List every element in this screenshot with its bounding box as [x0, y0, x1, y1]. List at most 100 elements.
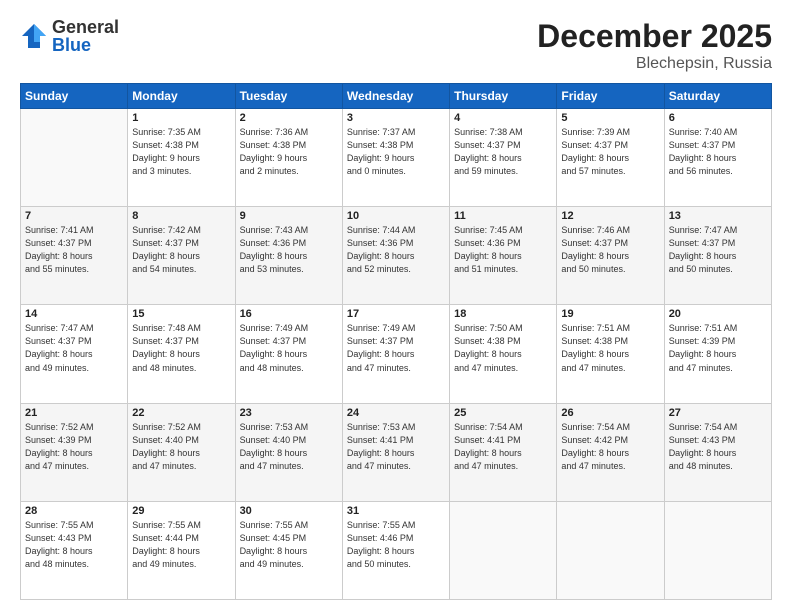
calendar-cell — [21, 109, 128, 207]
day-number: 15 — [132, 308, 230, 320]
day-info: Sunrise: 7:49 AM Sunset: 4:37 PM Dayligh… — [240, 322, 338, 374]
day-number: 24 — [347, 407, 445, 419]
day-info: Sunrise: 7:54 AM Sunset: 4:42 PM Dayligh… — [561, 421, 659, 473]
day-number: 29 — [132, 505, 230, 517]
title-month: December 2025 — [537, 18, 772, 55]
day-info: Sunrise: 7:47 AM Sunset: 4:37 PM Dayligh… — [25, 322, 123, 374]
day-number: 8 — [132, 210, 230, 222]
day-info: Sunrise: 7:39 AM Sunset: 4:37 PM Dayligh… — [561, 126, 659, 178]
day-info: Sunrise: 7:46 AM Sunset: 4:37 PM Dayligh… — [561, 224, 659, 276]
day-number: 20 — [669, 308, 767, 320]
day-info: Sunrise: 7:41 AM Sunset: 4:37 PM Dayligh… — [25, 224, 123, 276]
day-number: 18 — [454, 308, 552, 320]
day-info: Sunrise: 7:51 AM Sunset: 4:38 PM Dayligh… — [561, 322, 659, 374]
day-info: Sunrise: 7:53 AM Sunset: 4:41 PM Dayligh… — [347, 421, 445, 473]
day-number: 7 — [25, 210, 123, 222]
header: General Blue December 2025 Blechepsin, R… — [20, 18, 772, 73]
logo-blue: Blue — [52, 36, 119, 54]
day-number: 25 — [454, 407, 552, 419]
calendar-cell: 19 Sunrise: 7:51 AM Sunset: 4:38 PM Dayli… — [557, 305, 664, 403]
logo: General Blue — [20, 18, 119, 54]
calendar-cell: 1Sunrise: 7:35 AM Sunset: 4:38 PM Daylig… — [128, 109, 235, 207]
day-number: 1 — [132, 112, 230, 124]
day-info: Sunrise: 7:55 AM Sunset: 4:43 PM Dayligh… — [25, 519, 123, 571]
day-info: Sunrise: 7:52 AM Sunset: 4:40 PM Dayligh… — [132, 421, 230, 473]
day-number: 31 — [347, 505, 445, 517]
day-info: Sunrise: 7:36 AM Sunset: 4:38 PM Dayligh… — [240, 126, 338, 178]
column-header-tuesday: Tuesday — [235, 84, 342, 109]
calendar-cell: 12 Sunrise: 7:46 AM Sunset: 4:37 PM Dayli… — [557, 207, 664, 305]
day-number: 11 — [454, 210, 552, 222]
calendar-cell — [557, 501, 664, 599]
day-info: Sunrise: 7:55 AM Sunset: 4:44 PM Dayligh… — [132, 519, 230, 571]
calendar-header-row: SundayMondayTuesdayWednesdayThursdayFrid… — [21, 84, 772, 109]
calendar-cell: 16 Sunrise: 7:49 AM Sunset: 4:37 PM Dayli… — [235, 305, 342, 403]
column-header-saturday: Saturday — [664, 84, 771, 109]
day-info: Sunrise: 7:48 AM Sunset: 4:37 PM Dayligh… — [132, 322, 230, 374]
day-number: 23 — [240, 407, 338, 419]
logo-text: General Blue — [52, 18, 119, 54]
day-number: 30 — [240, 505, 338, 517]
day-info: Sunrise: 7:54 AM Sunset: 4:41 PM Dayligh… — [454, 421, 552, 473]
day-number: 21 — [25, 407, 123, 419]
day-info: Sunrise: 7:54 AM Sunset: 4:43 PM Dayligh… — [669, 421, 767, 473]
logo-general: General — [52, 18, 119, 36]
calendar-cell: 31 Sunrise: 7:55 AM Sunset: 4:46 PM Dayli… — [342, 501, 449, 599]
title-location: Blechepsin, Russia — [537, 55, 772, 73]
day-info: Sunrise: 7:50 AM Sunset: 4:38 PM Dayligh… — [454, 322, 552, 374]
day-number: 5 — [561, 112, 659, 124]
column-header-monday: Monday — [128, 84, 235, 109]
day-info: Sunrise: 7:47 AM Sunset: 4:37 PM Dayligh… — [669, 224, 767, 276]
calendar-cell: 27 Sunrise: 7:54 AM Sunset: 4:43 PM Dayli… — [664, 403, 771, 501]
day-info: Sunrise: 7:53 AM Sunset: 4:40 PM Dayligh… — [240, 421, 338, 473]
calendar-cell: 14 Sunrise: 7:47 AM Sunset: 4:37 PM Dayli… — [21, 305, 128, 403]
logo-icon — [20, 22, 48, 50]
calendar-cell: 13 Sunrise: 7:47 AM Sunset: 4:37 PM Dayli… — [664, 207, 771, 305]
calendar-cell: 22 Sunrise: 7:52 AM Sunset: 4:40 PM Dayli… — [128, 403, 235, 501]
calendar-cell: 4Sunrise: 7:38 AM Sunset: 4:37 PM Daylig… — [450, 109, 557, 207]
calendar-cell — [450, 501, 557, 599]
calendar-cell: 17Sunrise: 7:49 AM Sunset: 4:37 PM Dayli… — [342, 305, 449, 403]
day-number: 13 — [669, 210, 767, 222]
day-number: 14 — [25, 308, 123, 320]
calendar-cell: 7 Sunrise: 7:41 AM Sunset: 4:37 PM Daylig… — [21, 207, 128, 305]
day-number: 19 — [561, 308, 659, 320]
calendar-cell: 26Sunrise: 7:54 AM Sunset: 4:42 PM Dayli… — [557, 403, 664, 501]
page: General Blue December 2025 Blechepsin, R… — [0, 0, 792, 612]
day-info: Sunrise: 7:55 AM Sunset: 4:46 PM Dayligh… — [347, 519, 445, 571]
day-number: 22 — [132, 407, 230, 419]
calendar-week-4: 21 Sunrise: 7:52 AM Sunset: 4:39 PM Dayli… — [21, 403, 772, 501]
calendar-cell: 28 Sunrise: 7:55 AM Sunset: 4:43 PM Dayli… — [21, 501, 128, 599]
column-header-sunday: Sunday — [21, 84, 128, 109]
calendar-cell: 5 Sunrise: 7:39 AM Sunset: 4:37 PM Daylig… — [557, 109, 664, 207]
calendar-cell: 24 Sunrise: 7:53 AM Sunset: 4:41 PM Dayli… — [342, 403, 449, 501]
column-header-friday: Friday — [557, 84, 664, 109]
day-number: 4 — [454, 112, 552, 124]
calendar-cell: 23 Sunrise: 7:53 AM Sunset: 4:40 PM Dayli… — [235, 403, 342, 501]
day-number: 3 — [347, 112, 445, 124]
calendar-cell: 25 Sunrise: 7:54 AM Sunset: 4:41 PM Dayli… — [450, 403, 557, 501]
calendar-cell: 29 Sunrise: 7:55 AM Sunset: 4:44 PM Dayli… — [128, 501, 235, 599]
day-info: Sunrise: 7:45 AM Sunset: 4:36 PM Dayligh… — [454, 224, 552, 276]
calendar-week-5: 28 Sunrise: 7:55 AM Sunset: 4:43 PM Dayli… — [21, 501, 772, 599]
day-info: Sunrise: 7:37 AM Sunset: 4:38 PM Dayligh… — [347, 126, 445, 178]
calendar-cell: 11 Sunrise: 7:45 AM Sunset: 4:36 PM Dayli… — [450, 207, 557, 305]
calendar-week-2: 7 Sunrise: 7:41 AM Sunset: 4:37 PM Daylig… — [21, 207, 772, 305]
day-number: 27 — [669, 407, 767, 419]
day-number: 12 — [561, 210, 659, 222]
calendar-week-3: 14 Sunrise: 7:47 AM Sunset: 4:37 PM Dayli… — [21, 305, 772, 403]
day-info: Sunrise: 7:52 AM Sunset: 4:39 PM Dayligh… — [25, 421, 123, 473]
calendar-cell: 2 Sunrise: 7:36 AM Sunset: 4:38 PM Daylig… — [235, 109, 342, 207]
day-info: Sunrise: 7:44 AM Sunset: 4:36 PM Dayligh… — [347, 224, 445, 276]
title-block: December 2025 Blechepsin, Russia — [537, 18, 772, 73]
day-number: 28 — [25, 505, 123, 517]
calendar-cell: 21 Sunrise: 7:52 AM Sunset: 4:39 PM Dayli… — [21, 403, 128, 501]
calendar-cell — [664, 501, 771, 599]
day-number: 16 — [240, 308, 338, 320]
day-number: 2 — [240, 112, 338, 124]
column-header-thursday: Thursday — [450, 84, 557, 109]
calendar-cell: 10Sunrise: 7:44 AM Sunset: 4:36 PM Dayli… — [342, 207, 449, 305]
calendar-week-1: 1Sunrise: 7:35 AM Sunset: 4:38 PM Daylig… — [21, 109, 772, 207]
column-header-wednesday: Wednesday — [342, 84, 449, 109]
calendar-cell: 6Sunrise: 7:40 AM Sunset: 4:37 PM Daylig… — [664, 109, 771, 207]
